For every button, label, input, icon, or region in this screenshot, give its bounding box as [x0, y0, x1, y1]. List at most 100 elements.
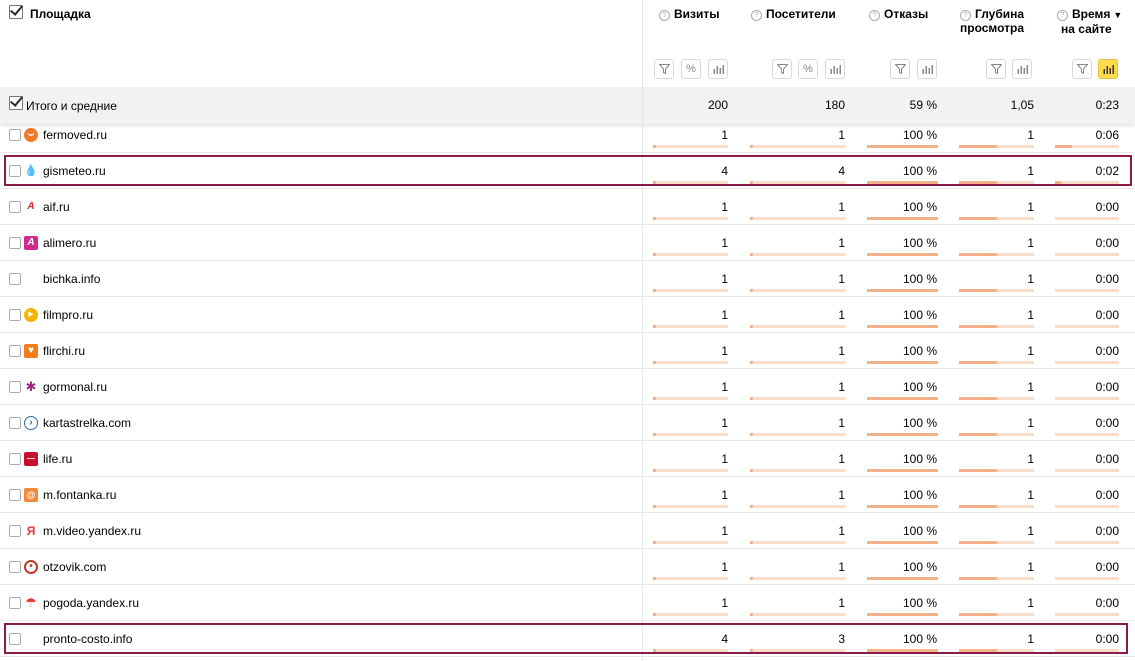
visitors-value: 1: [838, 272, 845, 286]
bounces-filter-button[interactable]: [890, 59, 910, 79]
row-checkbox[interactable]: [9, 129, 21, 141]
help-icon[interactable]: ?: [869, 10, 880, 21]
site-name[interactable]: aif.ru: [43, 200, 70, 214]
table-row[interactable]: ▶ filmpro.ru 1 1 100 % 1 0:00: [0, 297, 1135, 333]
bounces-column-header[interactable]: ? Отказы: [869, 7, 928, 21]
depth-value: 1: [1027, 380, 1034, 394]
help-icon[interactable]: ?: [751, 10, 762, 21]
table-row[interactable]: Яm.video.yandex.ru 1 1 100 % 1 0:00: [0, 513, 1135, 549]
help-icon[interactable]: ?: [659, 10, 670, 21]
table-row[interactable]: bichka.info 1 1 100 % 1 0:00: [0, 261, 1135, 297]
table-row[interactable]: — life.ru 1 1 100 % 1 0:00: [0, 441, 1135, 477]
visits-chart-button[interactable]: [708, 59, 728, 79]
row-checkbox[interactable]: [9, 165, 21, 177]
site-name[interactable]: flirchi.ru: [43, 344, 85, 358]
visits-bar: [653, 253, 728, 256]
table-row[interactable]: pronto-costo.info 4 3 100 % 1 0:00: [0, 621, 1135, 657]
row-checkbox[interactable]: [9, 453, 21, 465]
table-row[interactable]: 💧 gismeteo.ru 4 4 100 % 1 0:02: [0, 153, 1135, 189]
bounces-bar: [867, 181, 938, 184]
table-row[interactable]: • otzovik.com 1 1 100 % 1 0:00: [0, 549, 1135, 585]
depth-bar-fill: [959, 361, 997, 364]
row-checkbox[interactable]: [9, 489, 21, 501]
visits-bar-fill: [653, 577, 656, 580]
visits-bar-fill: [653, 541, 656, 544]
visits-bar: [653, 433, 728, 436]
site-name[interactable]: m.fontanka.ru: [43, 488, 116, 502]
table-row[interactable]: Aalimero.ru 1 1 100 % 1 0:00: [0, 225, 1135, 261]
totals-checkbox[interactable]: [9, 96, 23, 110]
visits-filter-button[interactable]: [654, 59, 674, 79]
visits-value: 1: [721, 560, 728, 574]
visits-percent-button[interactable]: %: [681, 59, 701, 79]
row-checkbox[interactable]: [9, 201, 21, 213]
row-checkbox[interactable]: [9, 237, 21, 249]
sort-desc-icon[interactable]: ▼: [1113, 10, 1122, 20]
visits-bar-fill: [653, 289, 656, 292]
visits-bar-fill: [653, 505, 656, 508]
site-name[interactable]: fermoved.ru: [43, 128, 107, 142]
time-filter-button[interactable]: [1072, 59, 1092, 79]
site-name[interactable]: m.video.yandex.ru: [43, 524, 141, 538]
depth-bar-fill: [959, 433, 997, 436]
table-row[interactable]: ☂ pogoda.yandex.ru 1 1 100 % 1 0:00: [0, 585, 1135, 621]
bounces-chart-button[interactable]: [917, 59, 937, 79]
table-row[interactable]: @ m.fontanka.ru 1 1 100 % 1 0:00: [0, 477, 1135, 513]
visits-bar: [653, 145, 728, 148]
site-name[interactable]: filmpro.ru: [43, 308, 93, 322]
table-row[interactable]: ✱ gormonal.ru 1 1 100 % 1 0:00: [0, 369, 1135, 405]
time-bar: [1055, 181, 1119, 184]
site-name[interactable]: otzovik.com: [43, 560, 106, 574]
depth-bar: [959, 541, 1034, 544]
row-checkbox[interactable]: [9, 561, 21, 573]
visitors-chart-button[interactable]: [825, 59, 845, 79]
depth-bar: [959, 361, 1034, 364]
site-name[interactable]: alimero.ru: [43, 236, 96, 250]
bounces-bar-fill: [867, 289, 938, 292]
row-checkbox[interactable]: [9, 309, 21, 321]
row-checkbox[interactable]: [9, 525, 21, 537]
site-name[interactable]: pronto-costo.info: [43, 632, 132, 646]
time-column-header[interactable]: ? Время ▼ на сайте: [1057, 7, 1122, 36]
row-checkbox[interactable]: [9, 345, 21, 357]
table-row[interactable]: Aaif.ru 1 1 100 % 1 0:00: [0, 189, 1135, 225]
bar-chart-icon: [1103, 64, 1114, 74]
visits-bar: [653, 397, 728, 400]
blank-favicon-icon: [24, 632, 38, 646]
depth-column-header[interactable]: ? Глубина просмотра: [960, 7, 1024, 35]
visitors-column-header[interactable]: ? Посетители: [751, 7, 836, 21]
row-checkbox[interactable]: [9, 381, 21, 393]
row-checkbox[interactable]: [9, 273, 21, 285]
site-name[interactable]: pogoda.yandex.ru: [43, 596, 139, 610]
help-icon[interactable]: ?: [960, 10, 971, 21]
visits-bar: [653, 325, 728, 328]
visits-value: 4: [721, 632, 728, 646]
kartastrelka-favicon-icon: ›: [24, 416, 38, 430]
time-chart-button[interactable]: [1098, 59, 1118, 79]
visitors-filter-button[interactable]: [772, 59, 792, 79]
bounces-value: 100 %: [902, 488, 937, 502]
site-name[interactable]: gormonal.ru: [43, 380, 107, 394]
site-name[interactable]: life.ru: [43, 452, 72, 466]
visits-column-header[interactable]: ? Визиты: [659, 7, 720, 21]
bounces-value: 100 %: [902, 200, 937, 214]
row-checkbox[interactable]: [9, 597, 21, 609]
row-checkbox[interactable]: [9, 417, 21, 429]
row-checkbox[interactable]: [9, 633, 21, 645]
gismeteo-favicon-icon: 💧: [24, 165, 38, 177]
site-name[interactable]: gismeteo.ru: [43, 164, 106, 178]
site-column-header[interactable]: Площадка: [30, 7, 91, 21]
visits-value: 1: [721, 308, 728, 322]
depth-filter-button[interactable]: [986, 59, 1006, 79]
table-row[interactable]: ♥ flirchi.ru 1 1 100 % 1 0:00: [0, 333, 1135, 369]
depth-chart-button[interactable]: [1012, 59, 1032, 79]
visitors-bar-fill: [750, 325, 753, 328]
visits-bar-fill: [653, 433, 656, 436]
site-name[interactable]: bichka.info: [43, 272, 100, 286]
visitors-percent-button[interactable]: %: [798, 59, 818, 79]
select-all-checkbox[interactable]: [9, 5, 23, 19]
visits-value: 1: [721, 416, 728, 430]
table-row[interactable]: › kartastrelka.com 1 1 100 % 1 0:00: [0, 405, 1135, 441]
help-icon[interactable]: ?: [1057, 10, 1068, 21]
site-name[interactable]: kartastrelka.com: [43, 416, 131, 430]
